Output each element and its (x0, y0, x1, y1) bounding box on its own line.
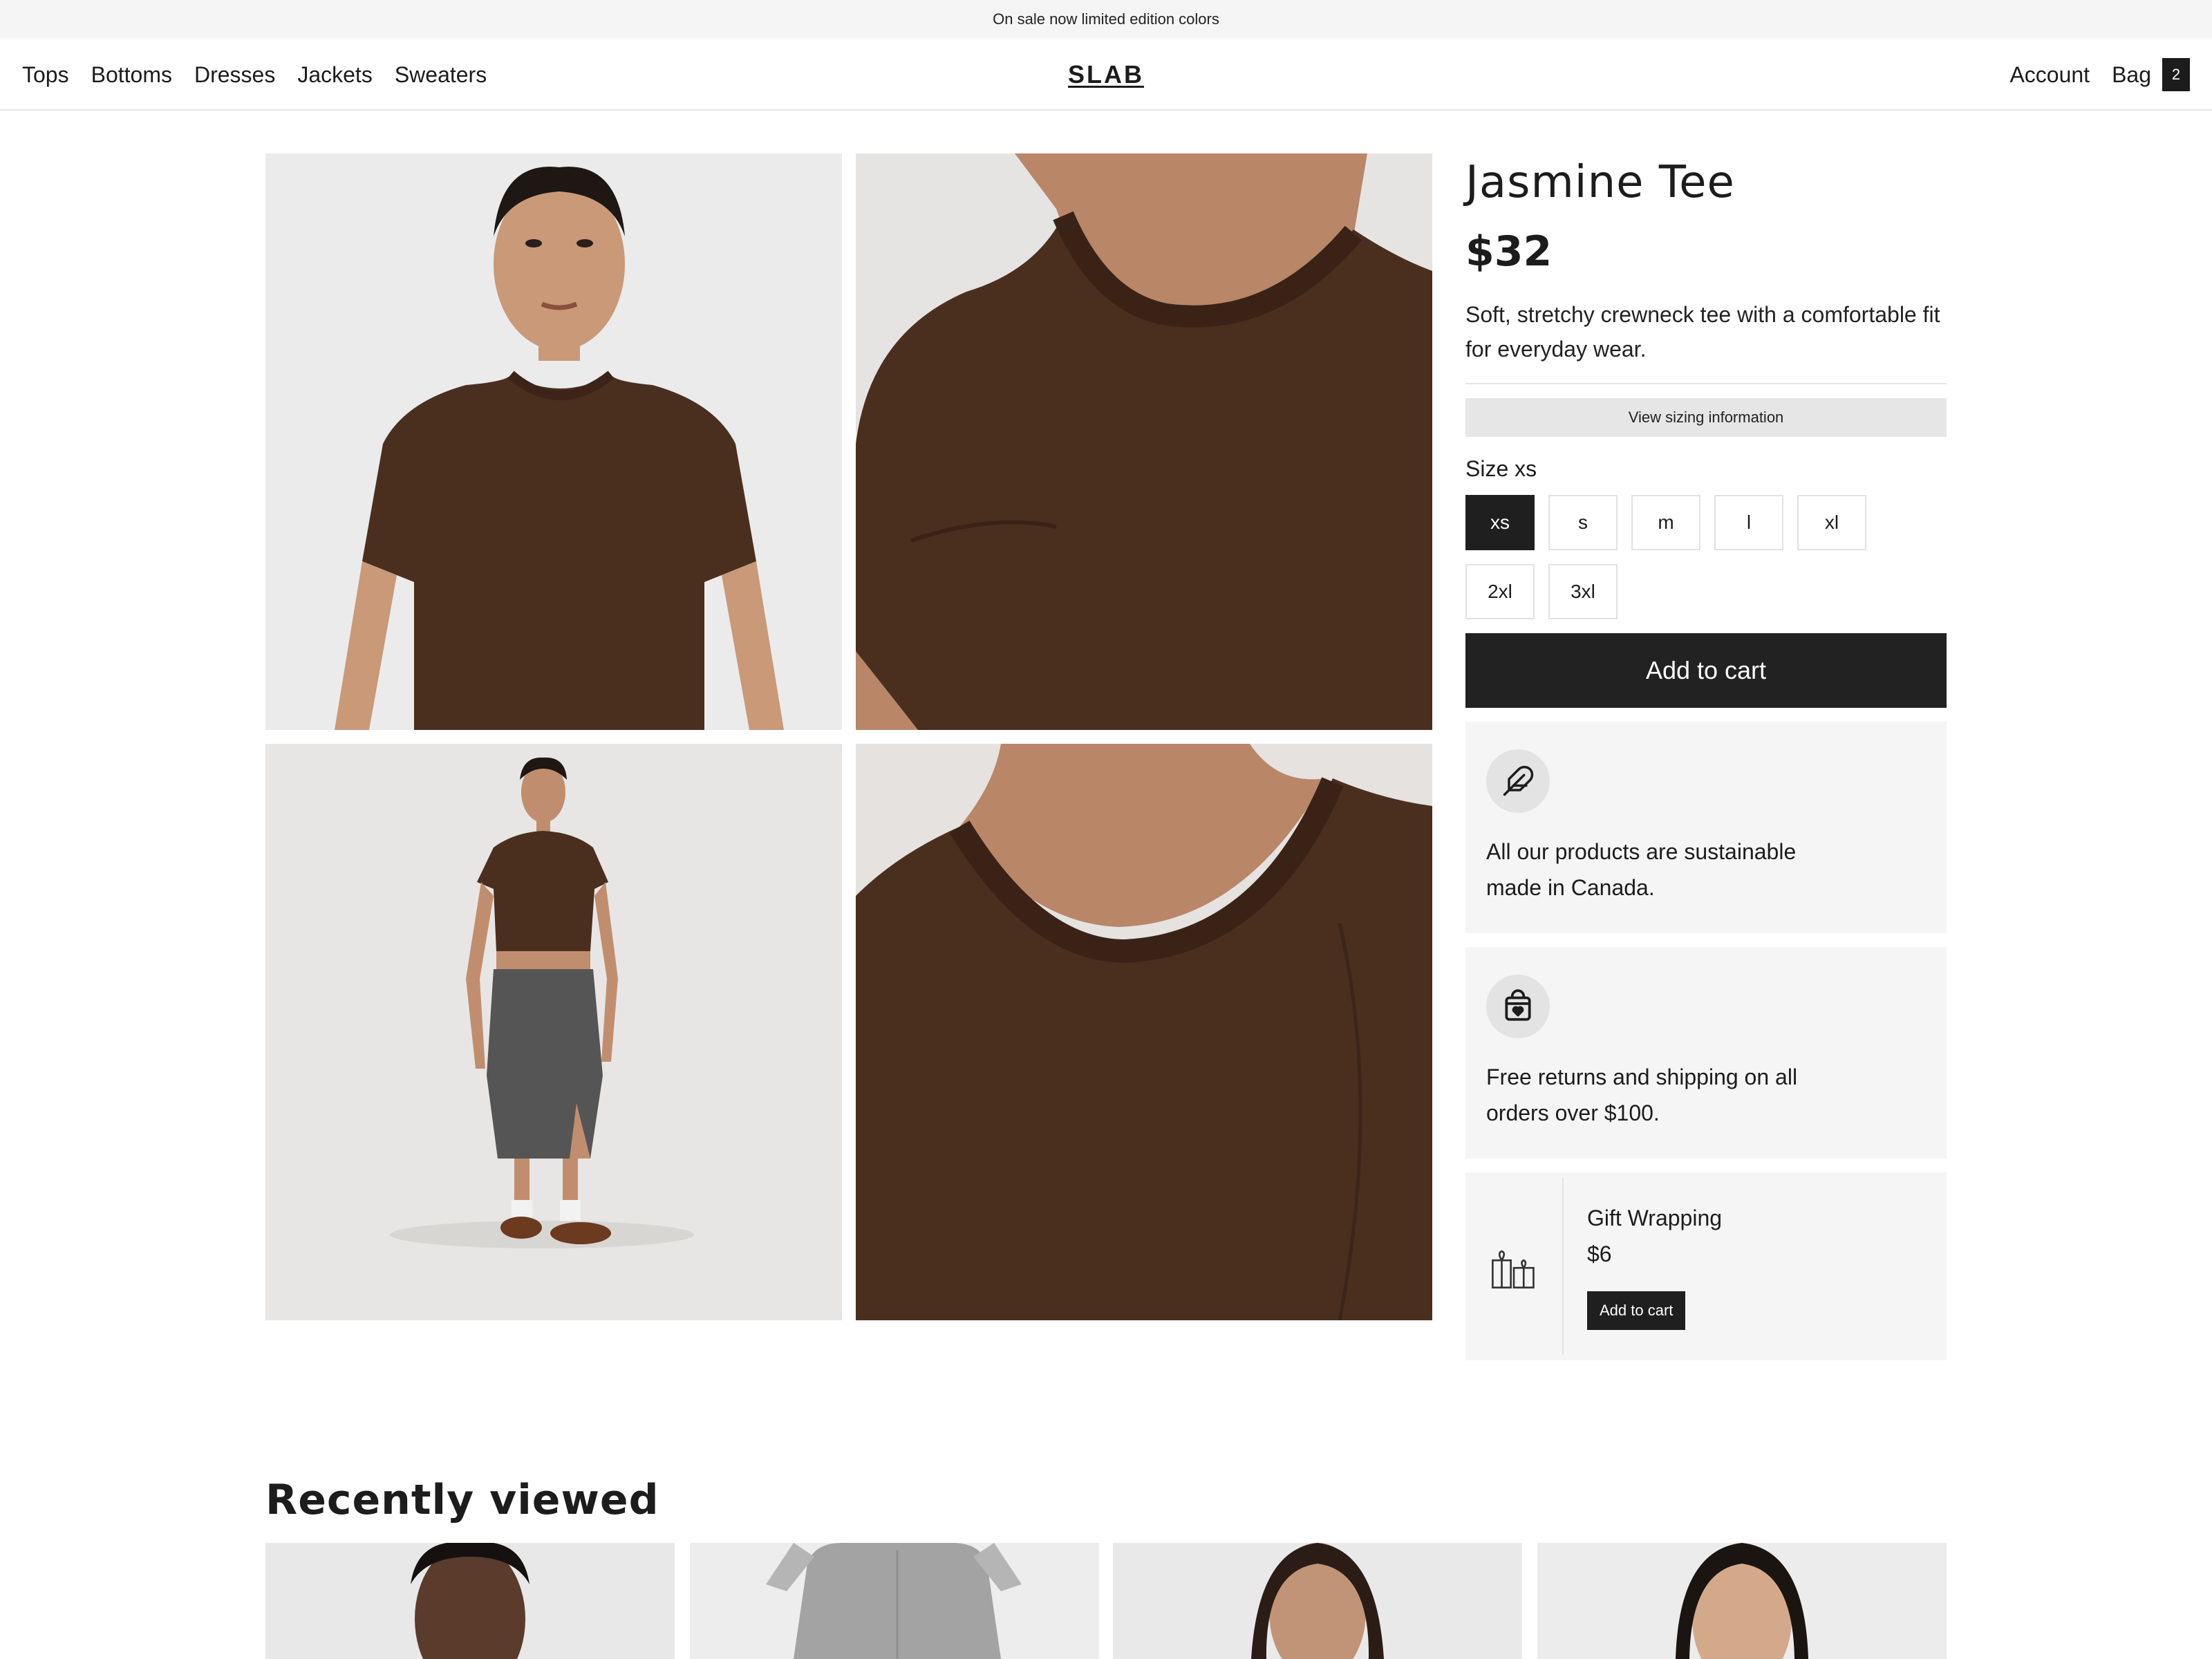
model-front-illustration (265, 153, 842, 730)
recently-viewed-item[interactable] (1537, 1543, 1947, 1659)
gift-box-icon (1492, 1250, 1535, 1288)
bag-label[interactable]: Bag (2112, 62, 2151, 88)
product-image-front[interactable] (265, 153, 842, 730)
recently-viewed-item[interactable] (690, 1543, 1099, 1659)
gift-icon-container (1465, 1178, 1564, 1355)
announcement-text: On sale now limited edition colors (993, 10, 1219, 28)
size-option-l[interactable]: l (1714, 495, 1783, 550)
account-link[interactable]: Account (2009, 62, 2090, 88)
size-option-2xl[interactable]: 2xl (1465, 564, 1535, 619)
product-details: Jasmine Tee $32 Soft, stretchy crewneck … (1465, 153, 1947, 1360)
bag-count-badge[interactable]: 2 (2162, 58, 2190, 91)
product-price: $32 (1465, 227, 1553, 276)
nav-link-jackets[interactable]: Jackets (297, 62, 372, 88)
size-option-xs[interactable]: xs (1465, 495, 1535, 550)
nav-link-dresses[interactable]: Dresses (194, 62, 275, 88)
size-option-m[interactable]: m (1631, 495, 1700, 550)
logo[interactable]: SLAB (1037, 39, 1175, 111)
size-label: Size xs (1465, 456, 1537, 481)
product-description: Soft, stretchy crewneck tee with a comfo… (1465, 297, 1947, 384)
full-body-illustration (265, 744, 842, 1320)
site-header: Tops Bottoms Dresses Jackets Sweaters SL… (0, 39, 2212, 111)
shipping-card: Free returns and shipping on all orders … (1465, 947, 1947, 1159)
product-image-collar[interactable] (856, 744, 1432, 1320)
main-nav: Tops Bottoms Dresses Jackets Sweaters (22, 39, 487, 111)
nav-link-sweaters[interactable]: Sweaters (395, 62, 487, 88)
add-to-cart-button[interactable]: Add to cart (1465, 633, 1947, 708)
announcement-bar: On sale now limited edition colors (0, 0, 2212, 39)
product-thumbnail (690, 1543, 1099, 1659)
nav-link-tops[interactable]: Tops (22, 62, 69, 88)
product-image-shoulder[interactable] (856, 153, 1432, 730)
product-thumbnail (265, 1543, 675, 1659)
gift-name: Gift Wrapping (1587, 1206, 1723, 1230)
product-gallery (265, 153, 1432, 1320)
product-title: Jasmine Tee (1465, 157, 1735, 208)
size-option-s[interactable]: s (1548, 495, 1618, 550)
collar-closeup-illustration (856, 744, 1432, 1320)
nav-link-bottoms[interactable]: Bottoms (91, 62, 172, 88)
header-actions: Account Bag 2 (2009, 39, 2190, 111)
sustainability-card: All our products are sustainable made in… (1465, 722, 1947, 933)
gift-details: Gift Wrapping $6 Add to cart (1587, 1200, 1722, 1330)
size-selector: xs s m l xl 2xl 3xl (1465, 495, 1947, 619)
shopping-bag-heart-icon (1486, 975, 1550, 1038)
bag-button[interactable]: Bag 2 (2112, 58, 2190, 91)
size-option-xl[interactable]: xl (1797, 495, 1866, 550)
recently-viewed-item[interactable] (1113, 1543, 1522, 1659)
gift-add-to-cart-button[interactable]: Add to cart (1587, 1291, 1686, 1330)
product-thumbnail (1537, 1543, 1947, 1659)
product-image-full-body[interactable] (265, 744, 842, 1320)
gift-wrapping-card: Gift Wrapping $6 Add to cart (1465, 1172, 1947, 1360)
size-option-3xl[interactable]: 3xl (1548, 564, 1618, 619)
product-thumbnail (1113, 1543, 1522, 1659)
feather-icon (1486, 749, 1550, 813)
gift-price: $6 (1587, 1241, 1612, 1266)
recently-viewed-title: Recently viewed (265, 1476, 659, 1524)
sustainability-text: All our products are sustainable made in… (1486, 839, 1797, 900)
logo-text[interactable]: SLAB (1068, 60, 1144, 89)
view-sizing-button[interactable]: View sizing information (1465, 398, 1947, 437)
recently-viewed-item[interactable] (265, 1543, 675, 1659)
shoulder-closeup-illustration (856, 153, 1432, 730)
shipping-text: Free returns and shipping on all orders … (1486, 1065, 1798, 1125)
